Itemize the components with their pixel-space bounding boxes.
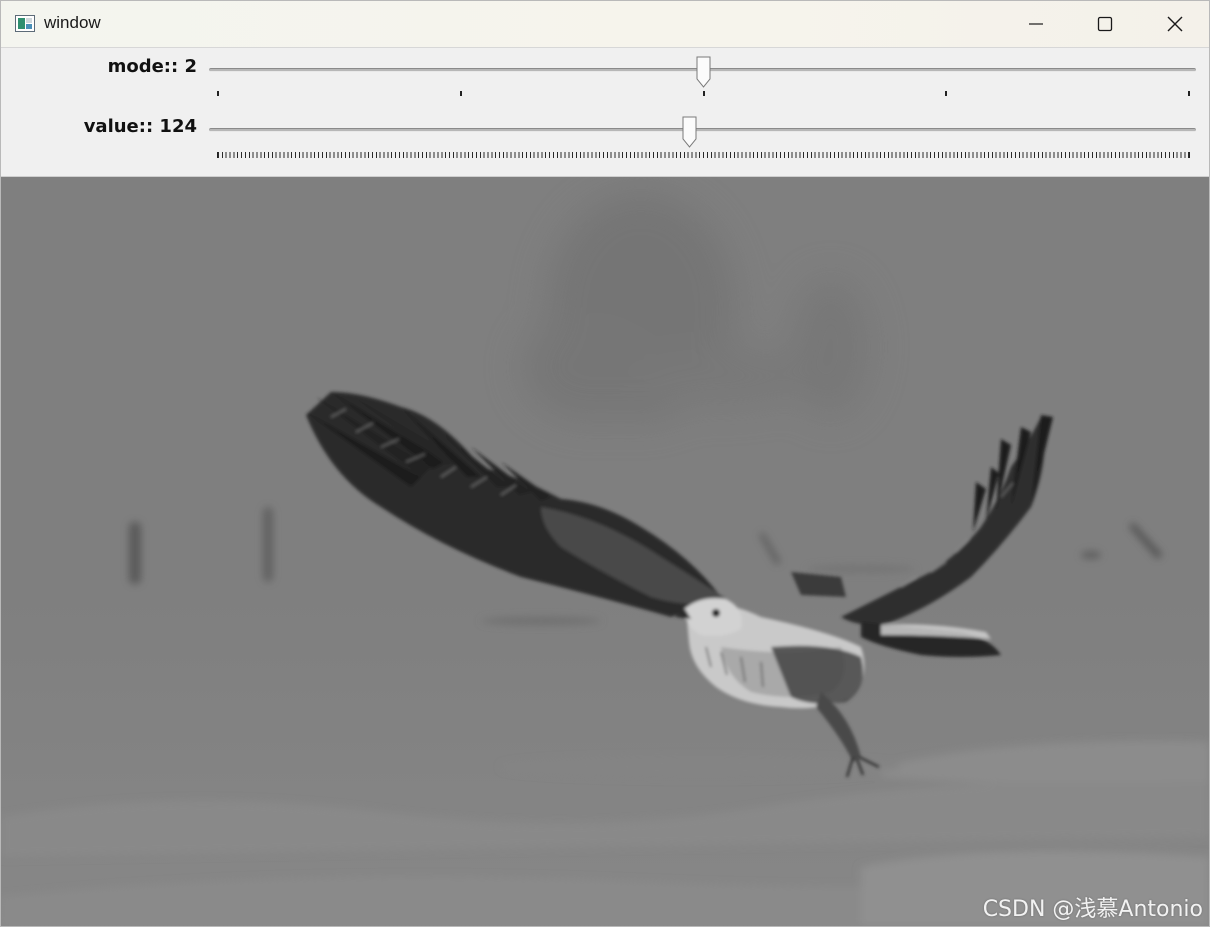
close-icon [1167, 16, 1182, 32]
watermark-text: CSDN @浅慕Antonio [982, 897, 1203, 922]
trackbar-value-label: value:: 124 [83, 116, 197, 137]
trackbar-mode-tick [1188, 91, 1190, 96]
trackbar-value: value:: 124 [1, 108, 1209, 168]
hawk-image [1, 177, 1209, 926]
title-bar[interactable]: window [1, 1, 1209, 48]
maximize-button[interactable] [1070, 1, 1139, 47]
trackbar-panel: mode:: 2 value:: 124 [1, 48, 1209, 177]
trackbar-mode-label: mode:: 2 [107, 56, 197, 77]
app-window-icon [15, 15, 35, 32]
trackbar-mode-tick [217, 91, 219, 96]
window-title: window [44, 13, 101, 32]
trackbar-mode-tick [459, 91, 462, 96]
close-button[interactable] [1140, 1, 1209, 47]
trackbar-value-ticks [217, 152, 1190, 158]
trackbar-mode-tick [945, 91, 948, 96]
trackbar-value-thumb[interactable] [682, 116, 698, 150]
minimize-button[interactable] [1001, 1, 1070, 47]
image-display: CSDN @浅慕Antonio [1, 177, 1209, 926]
maximize-icon [1097, 16, 1112, 32]
trackbar-mode-thumb[interactable] [696, 56, 712, 90]
minimize-icon [1028, 23, 1043, 25]
trackbar-mode-ticks [217, 91, 1190, 97]
trackbar-mode-tick [702, 91, 705, 96]
trackbar-mode: mode:: 2 [1, 48, 1209, 108]
trackbar-value-track[interactable] [209, 128, 1196, 132]
app-window: window mode:: 2 value:: 124 CSDN @浅慕Anto… [0, 0, 1210, 927]
